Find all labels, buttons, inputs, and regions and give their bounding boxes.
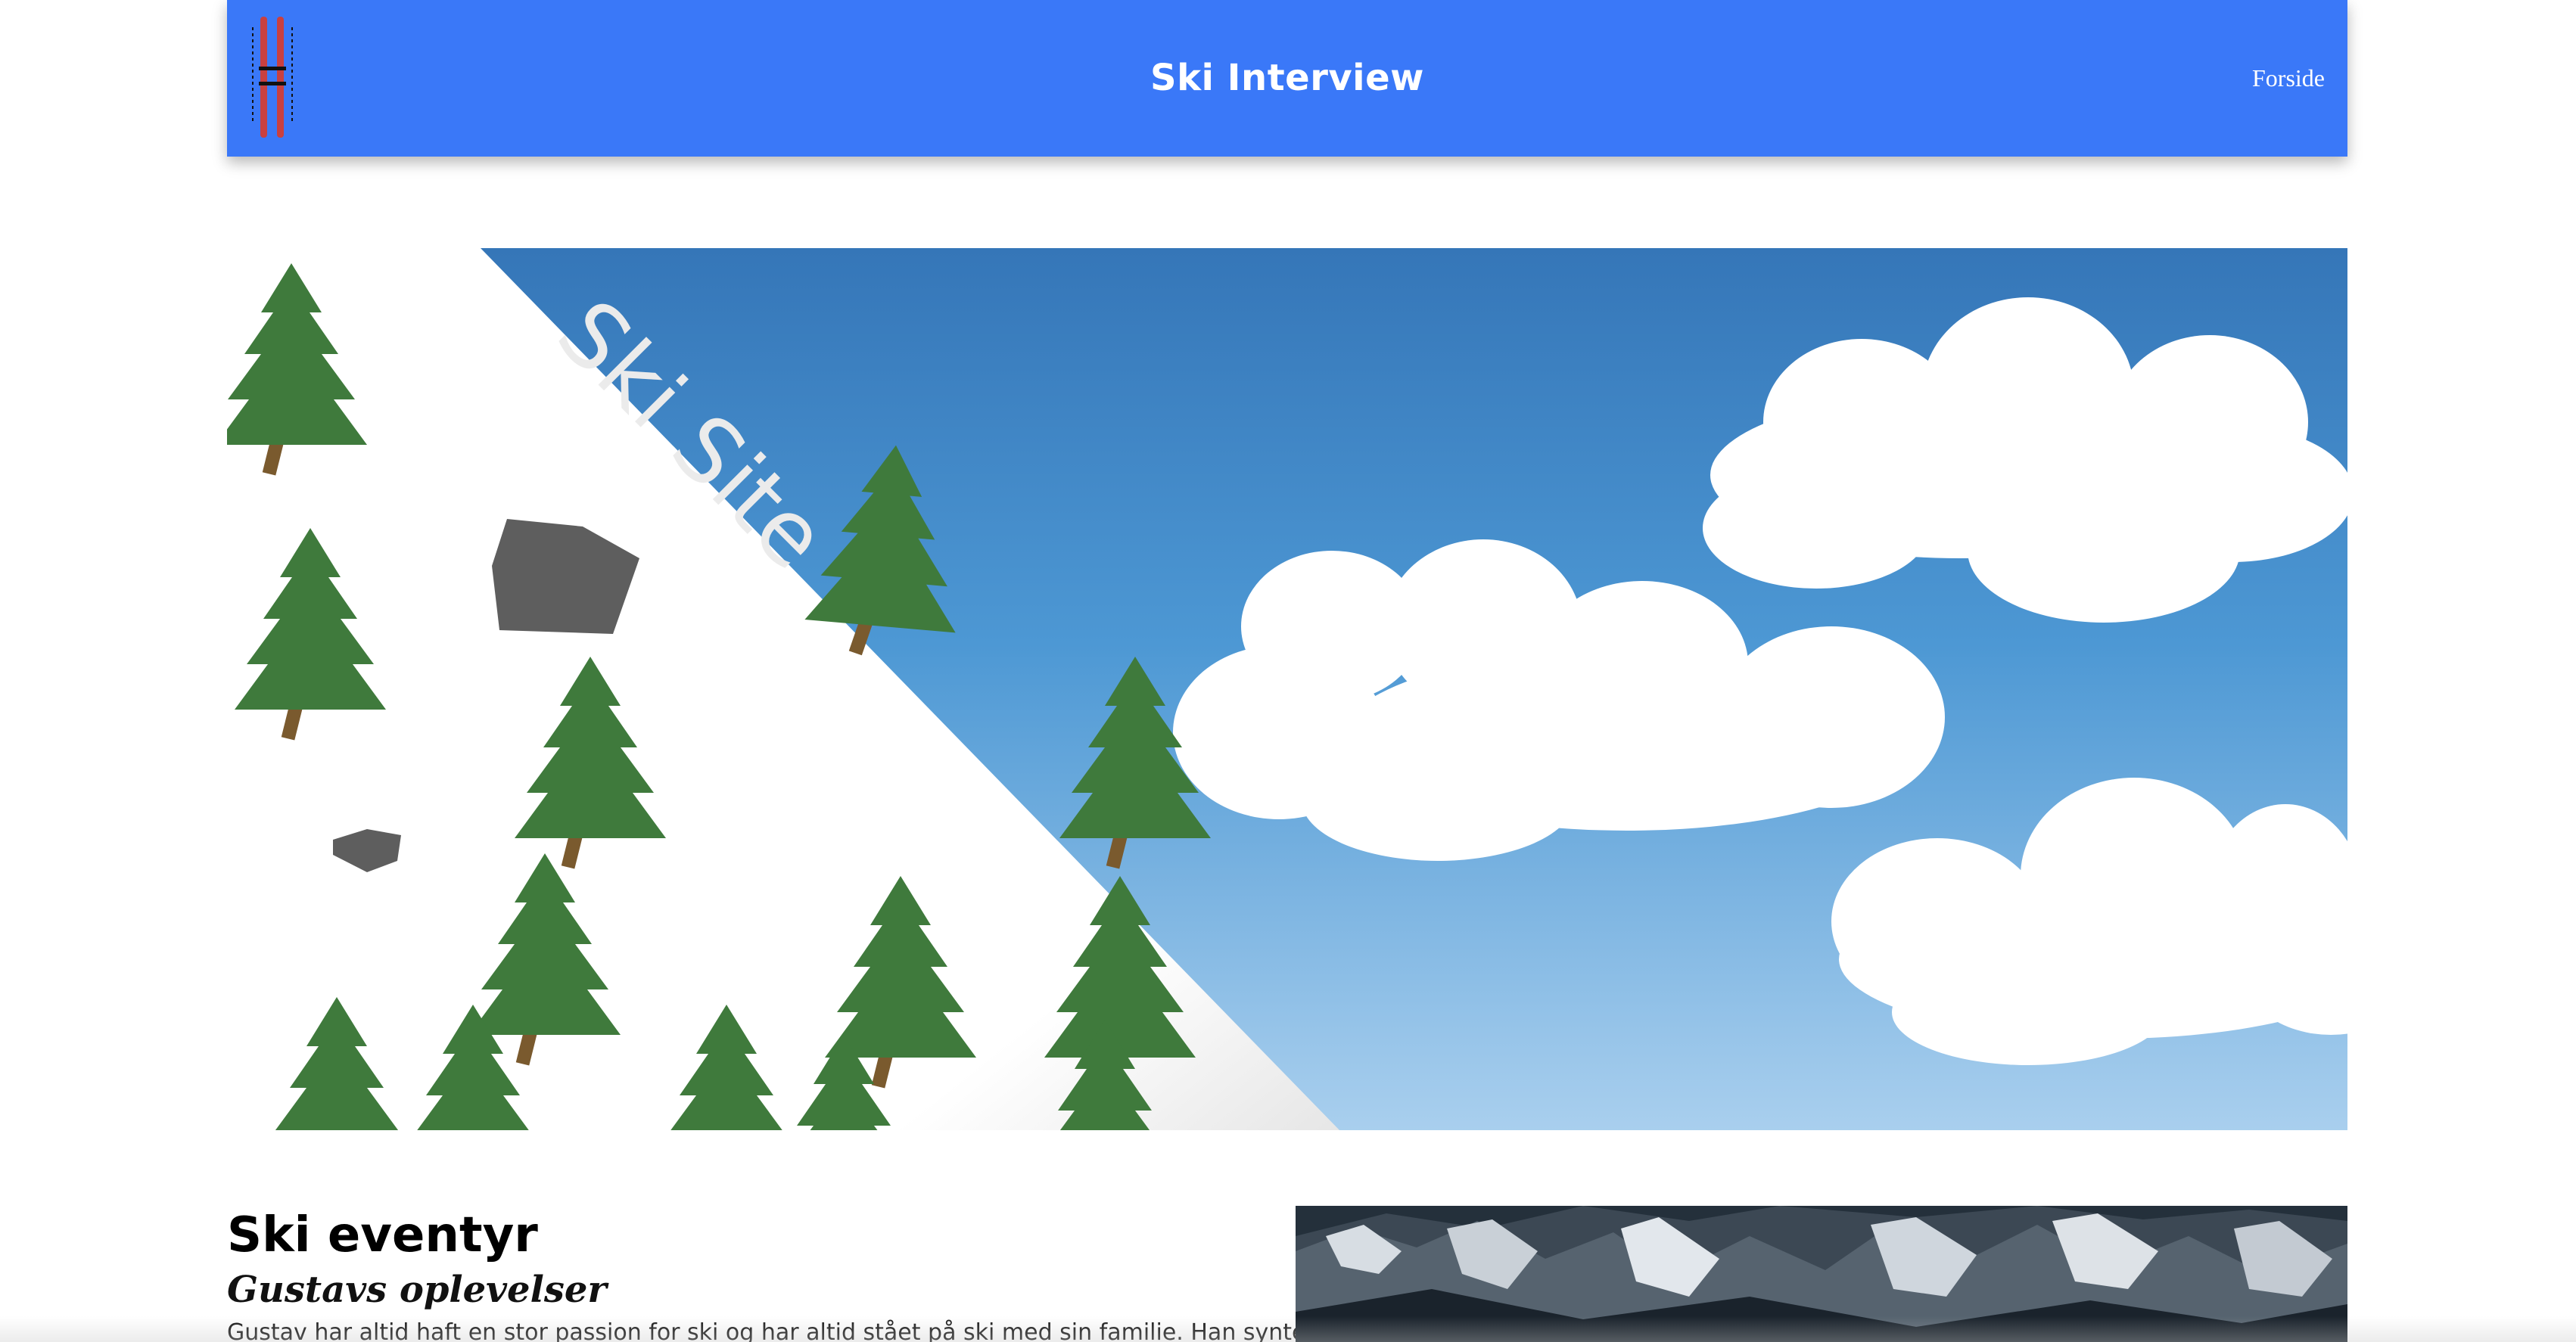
site-header: Ski Interview Forside <box>227 0 2347 157</box>
hero-illustration: Ski Site <box>227 248 2347 1130</box>
nav-link-forside[interactable]: Forside <box>2252 0 2325 157</box>
mountain-photo-image <box>1296 1206 2347 1342</box>
article-title: Ski eventyr <box>227 1207 538 1263</box>
mountain-photo <box>1296 1206 2347 1342</box>
hero-banner: Ski Site <box>227 248 2347 1130</box>
article-text: Ski eventyr Gustavs oplevelser Gustav ha… <box>227 1206 1348 1342</box>
article-subtitle: Gustavs oplevelser <box>227 1269 607 1311</box>
article-body: Gustav har altid haft en stor passion fo… <box>227 1319 1348 1342</box>
site-title: Ski Interview <box>1150 57 1424 99</box>
article-section: Ski eventyr Gustavs oplevelser Gustav ha… <box>227 1206 2347 1342</box>
